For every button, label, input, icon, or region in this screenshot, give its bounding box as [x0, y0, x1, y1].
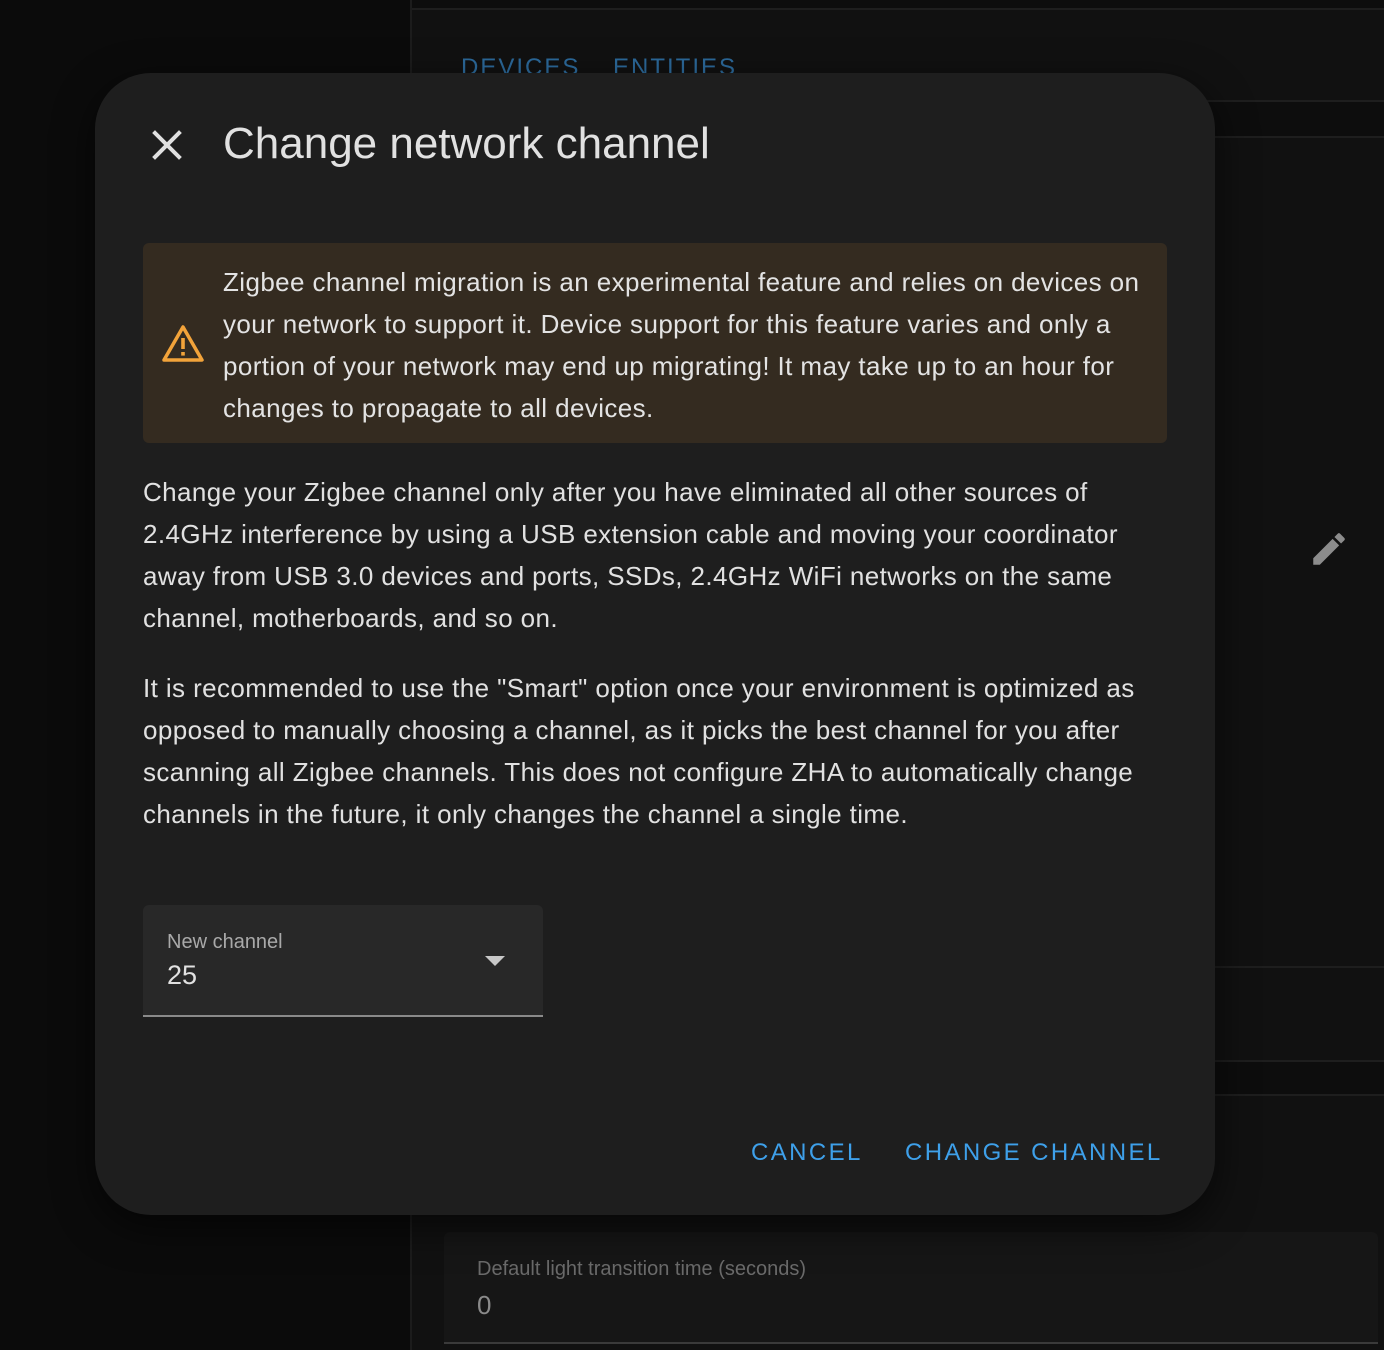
transition-time-value: 0 [477, 1290, 492, 1320]
pencil-icon[interactable] [1308, 528, 1350, 570]
page: DEVICES ENTITIES Default light transitio… [0, 0, 1384, 1350]
background-card [1214, 968, 1384, 1062]
change-channel-button[interactable]: CHANGE CHANNEL [905, 1139, 1163, 1167]
new-channel-select[interactable]: New channel 25 [143, 905, 543, 1017]
transition-time-field[interactable]: Default light transition time (seconds) … [444, 1232, 1378, 1344]
transition-time-label: Default light transition time (seconds) [477, 1258, 807, 1280]
new-channel-value: 25 [167, 960, 198, 990]
cancel-button[interactable]: CANCEL [751, 1139, 863, 1167]
warning-alert: Zigbee channel migration is an experimen… [143, 243, 1167, 443]
new-channel-label: New channel [167, 931, 283, 953]
warning-icon [162, 325, 204, 362]
dialog-title: Change network channel [223, 119, 710, 168]
close-icon[interactable] [143, 121, 191, 169]
chevron-down-icon [485, 956, 505, 966]
smart-option-paragraph: It is recommended to use the "Smart" opt… [143, 673, 1135, 829]
change-channel-dialog: Change network channel Zigbee channel mi… [95, 73, 1215, 1215]
warning-text: Zigbee channel migration is an experimen… [223, 267, 1140, 423]
background-card [1214, 136, 1384, 968]
interference-paragraph: Change your Zigbee channel only after yo… [143, 477, 1118, 633]
